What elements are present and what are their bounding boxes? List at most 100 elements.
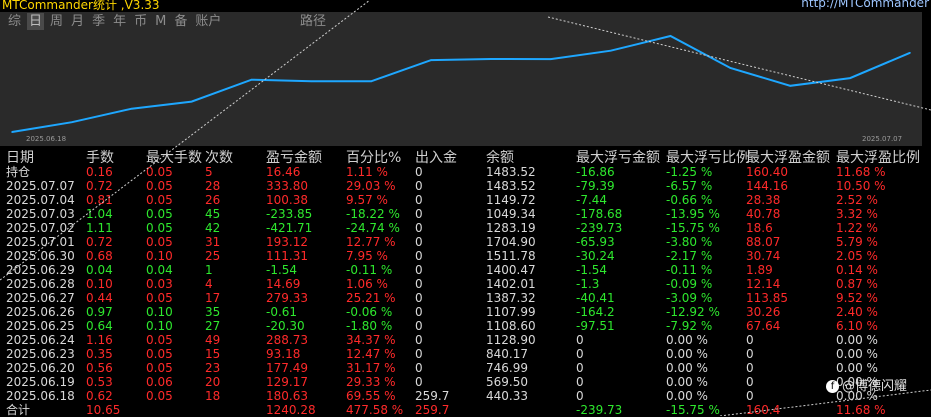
cell-max_lots: 0.05 bbox=[146, 179, 173, 193]
cell-max_float_loss_pct: -0.66 % bbox=[666, 193, 713, 207]
cell-lots: 0.81 bbox=[86, 193, 113, 207]
holding-row[interactable]: 持仓 0.16 0.05 5 16.46 1.11 % 0 1483.52 -16.86 -1.2… bbox=[0, 165, 922, 179]
cell-max_float_loss: 0 bbox=[576, 389, 584, 403]
header-balance[interactable]: 余额 bbox=[486, 147, 514, 167]
table-row[interactable]: 2025.07.01 0.72 0.05 31 193.12 12.77 % 0 1704.9… bbox=[0, 235, 922, 249]
cell-balance: 1704.90 bbox=[486, 235, 536, 249]
tab-8[interactable]: 备 bbox=[172, 13, 189, 30]
cell-balance: 1108.60 bbox=[486, 319, 536, 333]
cell-balance: 569.50 bbox=[486, 375, 528, 389]
balance-line bbox=[11, 34, 911, 133]
cell-lots: 0.04 bbox=[86, 263, 113, 277]
table-row[interactable]: 2025.06.29 0.04 0.04 1 -1.54 -0.11 % 0 1400.47 -… bbox=[0, 263, 922, 277]
balance-point-9 bbox=[550, 58, 552, 60]
tab-5[interactable]: 年 bbox=[111, 13, 128, 30]
cell-pct: 1.11 % bbox=[346, 165, 388, 179]
cell-count: 25 bbox=[205, 249, 221, 263]
cell-max_float_profit_pct: 0.00 % bbox=[836, 347, 878, 361]
cell-max_float_loss_pct: 0.00 % bbox=[666, 389, 708, 403]
cell-pnl: 129.17 bbox=[266, 375, 308, 389]
cell-count: 28 bbox=[205, 179, 221, 193]
header-max_float_profit_pct[interactable]: 最大浮盈比例 bbox=[836, 147, 920, 167]
cell-balance: 1387.32 bbox=[486, 291, 536, 305]
cell-pct: -18.22 % bbox=[346, 207, 400, 221]
cell-max_float_loss: -16.86 bbox=[576, 165, 615, 179]
cell-pnl: 1240.28 bbox=[266, 403, 316, 417]
cell-max_float_profit_pct: 2.05 % bbox=[836, 249, 878, 263]
header-lots[interactable]: 手数 bbox=[86, 147, 114, 167]
header-count[interactable]: 次数 bbox=[205, 147, 233, 167]
cell-max_float_loss_pct: -15.75 % bbox=[666, 403, 720, 417]
cell-pct: -0.06 % bbox=[346, 305, 393, 319]
cell-lots: 0.97 bbox=[86, 305, 113, 319]
table-row[interactable]: 2025.07.02 1.11 0.05 42 -421.71 -24.74 % 0 1283… bbox=[0, 221, 922, 235]
balance-point-11 bbox=[669, 35, 672, 37]
tab-0[interactable]: 综 bbox=[6, 13, 23, 30]
balance-point-14 bbox=[849, 77, 851, 79]
tab-path[interactable]: 路径 bbox=[300, 13, 326, 30]
cell-pct: 69.55 % bbox=[346, 389, 396, 403]
header-max_float_profit[interactable]: 最大浮盈金额 bbox=[746, 147, 830, 167]
table-row[interactable]: 2025.06.30 0.68 0.10 25 111.31 7.95 % 0 1511.78… bbox=[0, 249, 922, 263]
header-date[interactable]: 日期 bbox=[6, 147, 34, 167]
app-url[interactable]: http://MTCommander bbox=[801, 0, 929, 10]
table-row[interactable]: 2025.06.24 1.16 0.05 49 288.73 34.37 % 0 1128.9… bbox=[0, 333, 922, 347]
balance-point-6 bbox=[370, 80, 373, 83]
cell-count: 31 bbox=[205, 235, 221, 249]
table-row[interactable]: 2025.06.26 0.97 0.10 35 -0.61 -0.06 % 0 1107.99… bbox=[0, 305, 922, 319]
cell-pct: 25.21 % bbox=[346, 291, 396, 305]
table-row[interactable]: 2025.06.18 0.62 0.05 18 180.63 69.55 % 259.7 44… bbox=[0, 389, 922, 403]
table-row[interactable]: 2025.06.27 0.44 0.05 17 279.33 25.21 % 0 1387.3… bbox=[0, 291, 922, 305]
cell-pnl: 16.46 bbox=[266, 165, 301, 179]
table-row[interactable]: 2025.07.03 1.04 0.05 45 -233.85 -18.22 % 0 1049… bbox=[0, 207, 922, 221]
tab-9[interactable]: 账户 bbox=[193, 13, 223, 30]
tab-1[interactable]: 日 bbox=[27, 13, 45, 30]
cell-max_lots: 0.10 bbox=[146, 249, 173, 263]
header-max_float_loss[interactable]: 最大浮亏金额 bbox=[576, 147, 660, 167]
chart-end-date: 2025.07.07 bbox=[862, 135, 903, 143]
table-row[interactable]: 2025.06.20 0.56 0.05 23 177.49 31.17 % 0 746.99… bbox=[0, 361, 922, 375]
table-row[interactable]: 2025.06.19 0.53 0.06 20 129.17 29.33 % 0 569.50… bbox=[0, 375, 922, 389]
cell-max_lots: 0.10 bbox=[146, 319, 173, 333]
cell-max_lots: 0.05 bbox=[146, 165, 173, 179]
total-row[interactable]: 合计 10.65 1240.28 477.58 % 259.7 -239.73 -15.75… bbox=[0, 403, 922, 417]
cell-pnl: -1.54 bbox=[266, 263, 298, 277]
cell-io: 259.7 bbox=[415, 403, 450, 417]
cell-max_lots: 0.05 bbox=[146, 235, 173, 249]
tab-2[interactable]: 周 bbox=[48, 13, 65, 30]
header-pct[interactable]: 百分比% bbox=[346, 147, 401, 167]
table-row[interactable]: 2025.07.07 0.72 0.05 28 333.80 29.03 % 0 1483.5… bbox=[0, 179, 922, 193]
tab-4[interactable]: 季 bbox=[90, 13, 107, 30]
tab-3[interactable]: 月 bbox=[69, 13, 86, 30]
cell-pct: 1.06 % bbox=[346, 277, 388, 291]
header-max_lots[interactable]: 最大手数 bbox=[146, 147, 202, 167]
cell-pct: 7.95 % bbox=[346, 249, 388, 263]
table-row[interactable]: 2025.06.28 0.10 0.03 4 14.69 1.06 % 0 1402.01 -1… bbox=[0, 277, 922, 291]
cell-max_float_profit: 160.40 bbox=[746, 165, 788, 179]
title-bar: MTCommander统计 ,V3.33 http://MTCommander bbox=[0, 0, 931, 12]
tab-6[interactable]: 币 bbox=[132, 13, 149, 30]
cell-max_float_loss: -1.54 bbox=[576, 263, 608, 277]
cell-count: 49 bbox=[205, 333, 221, 347]
cell-max_float_loss: -30.24 bbox=[576, 249, 615, 263]
tab-7[interactable]: M bbox=[153, 13, 168, 30]
header-max_float_loss_pct[interactable]: 最大浮亏比例 bbox=[666, 147, 750, 167]
cell-max_float_profit: 0 bbox=[746, 389, 754, 403]
cell-max_float_loss_pct: -15.75 % bbox=[666, 221, 720, 235]
header-pnl[interactable]: 盈亏金额 bbox=[266, 147, 322, 167]
balance-point-0 bbox=[11, 131, 13, 133]
cell-date: 持仓 bbox=[6, 165, 31, 179]
table-row[interactable]: 2025.06.25 0.64 0.10 27 -20.30 -1.80 % 0 1108.6… bbox=[0, 319, 922, 333]
cell-max_float_profit_pct: 3.32 % bbox=[836, 207, 878, 221]
cell-pnl: -233.85 bbox=[266, 207, 313, 221]
cell-max_float_loss_pct: -7.92 % bbox=[666, 319, 713, 333]
table-row[interactable]: 2025.07.04 0.81 0.05 26 100.38 9.57 % 0 1149.72… bbox=[0, 193, 922, 207]
cell-max_float_profit: 30.26 bbox=[746, 305, 781, 319]
header-io[interactable]: 出入金 bbox=[415, 147, 457, 167]
cell-date: 2025.07.01 bbox=[6, 235, 75, 249]
cell-count: 17 bbox=[205, 291, 221, 305]
cell-pct: 9.57 % bbox=[346, 193, 388, 207]
cell-pnl: 333.80 bbox=[266, 179, 308, 193]
cell-max_float_profit_pct: 6.10 % bbox=[836, 319, 878, 333]
table-row[interactable]: 2025.06.23 0.35 0.05 15 93.18 12.47 % 0 840.17 0… bbox=[0, 347, 922, 361]
